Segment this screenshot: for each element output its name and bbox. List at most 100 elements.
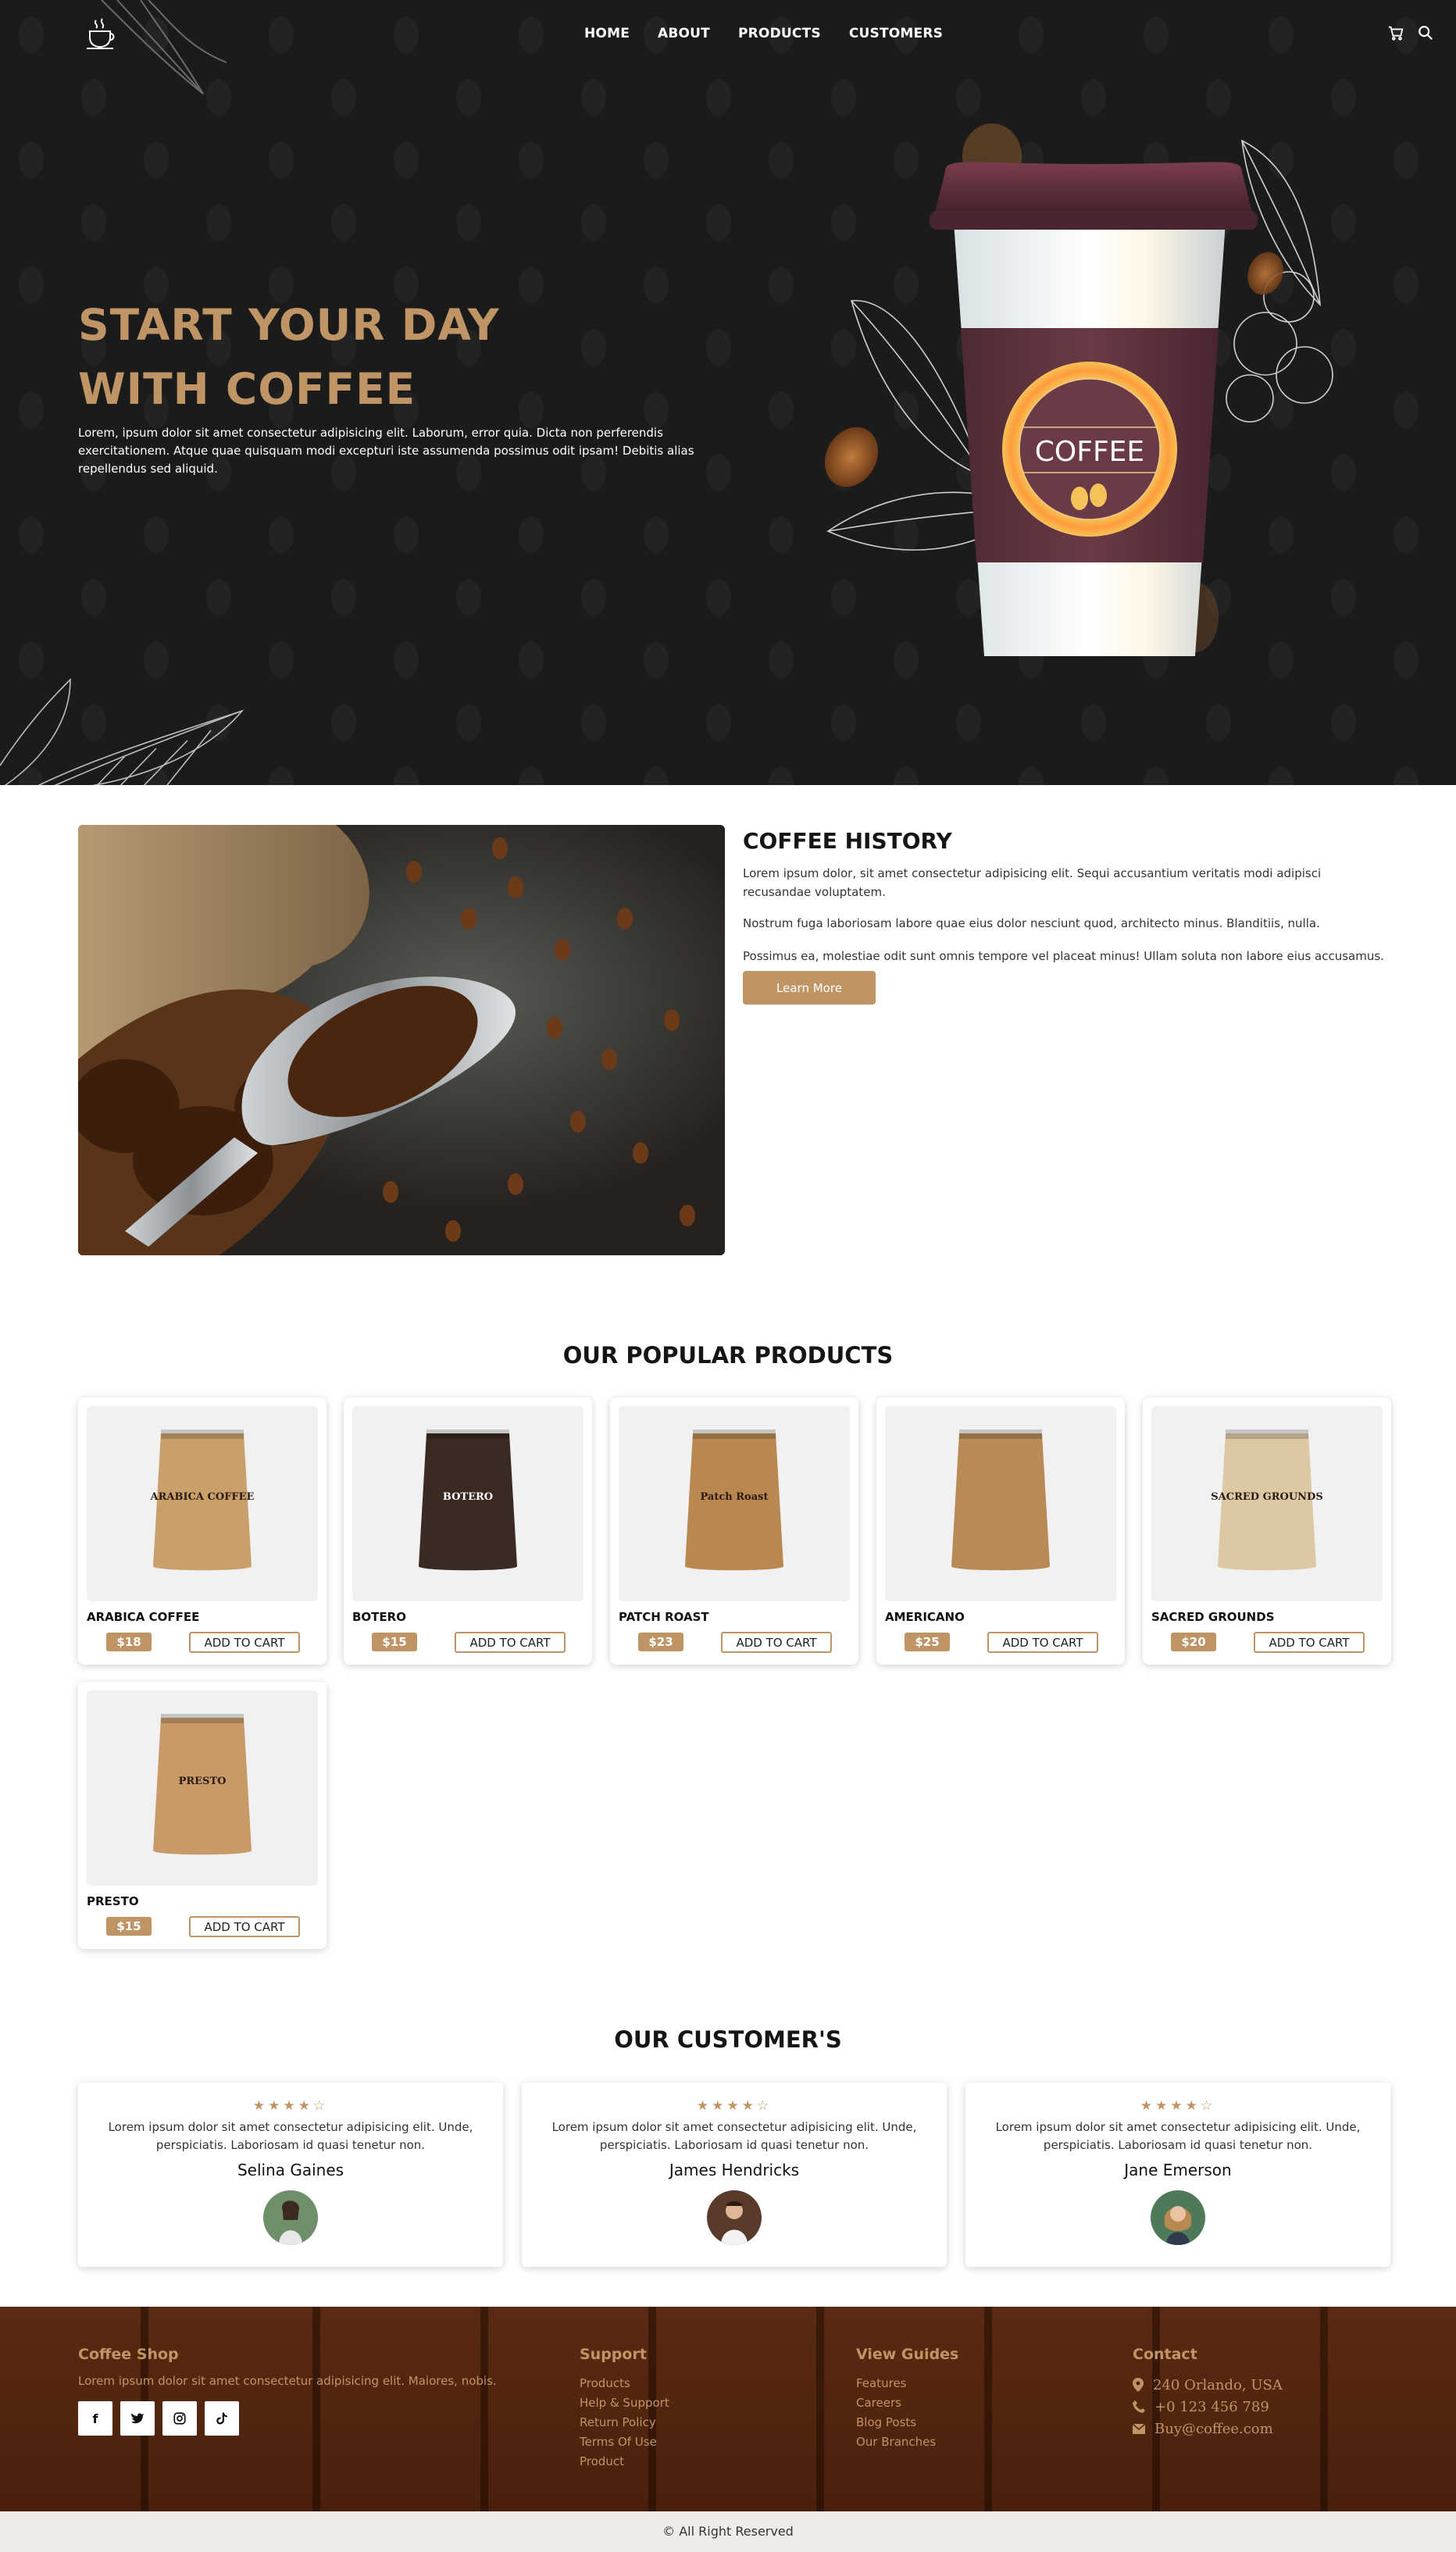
contact-phone-text: +0 123 456 789 — [1154, 2398, 1269, 2415]
coffee-bag-seal — [161, 1714, 244, 1723]
history-title: COFFEE HISTORY — [743, 828, 952, 854]
reviewer-name: James Hendricks — [669, 2161, 800, 2179]
nav-about[interactable]: ABOUT — [658, 26, 710, 41]
social-links: f — [78, 2401, 239, 2436]
footer: Coffee Shop Lorem ipsum dolor sit amet c… — [0, 2307, 1456, 2511]
footer-brand-title: Coffee Shop — [78, 2346, 179, 2363]
history-paragraph-3: Possimus ea, molestiae odit sunt omnis t… — [743, 949, 1384, 963]
wood-plank-divider — [312, 2307, 320, 2511]
twitter-icon[interactable] — [120, 2401, 155, 2436]
coffee-bag-shape — [951, 1433, 1050, 1571]
footer-link-careers[interactable]: Careers — [856, 2393, 936, 2413]
product-price: $25 — [905, 1633, 950, 1651]
add-to-cart-button[interactable]: ADD TO CART — [721, 1632, 832, 1653]
product-price: $23 — [638, 1633, 683, 1651]
phone-icon — [1133, 2400, 1145, 2413]
contact-email[interactable]: Buy@coffee.com — [1133, 2418, 1283, 2440]
review-card: ★★★★☆ Lorem ipsum dolor sit amet consect… — [522, 2083, 947, 2267]
product-card: BOTERO BOTERO $15 ADD TO CART — [344, 1397, 592, 1665]
product-card: Patch Roast PATCH ROAST $23 ADD TO CART — [610, 1397, 858, 1665]
coffee-bag-image: ARABICA COFFEE — [150, 1429, 255, 1571]
main-nav: HOME ABOUT PRODUCTS CUSTOMERS — [0, 0, 1456, 70]
coffee-bag-label: PRESTO — [179, 1776, 227, 1787]
product-price: $20 — [1171, 1633, 1216, 1651]
coffee-bag-seal — [426, 1429, 509, 1439]
search-icon[interactable] — [1417, 24, 1434, 41]
footer-link-terms-of-use[interactable]: Terms Of Use — [580, 2432, 669, 2452]
nav-products[interactable]: PRODUCTS — [738, 26, 821, 41]
contact-address: 240 Orlando, USA — [1133, 2374, 1283, 2396]
add-to-cart-button[interactable]: ADD TO CART — [987, 1632, 1098, 1653]
coffee-bag-image: BOTERO — [419, 1429, 517, 1571]
rating-stars: ★★★★☆ — [696, 2098, 773, 2114]
product-name: AMERICANO — [885, 1610, 965, 1624]
coffee-cup-logo-icon[interactable] — [82, 14, 121, 53]
product-card: PRESTO PRESTO $15 ADD TO CART — [78, 1682, 327, 1949]
footer-link-features[interactable]: Features — [856, 2374, 936, 2393]
avatar — [1151, 2190, 1205, 2245]
coffee-bag-seal — [161, 1429, 244, 1439]
product-name: PRESTO — [87, 1894, 139, 1908]
product-image — [885, 1406, 1116, 1601]
avatar — [707, 2190, 762, 2245]
coffee-bag-seal — [1226, 1429, 1308, 1439]
add-to-cart-button[interactable]: ADD TO CART — [1254, 1632, 1365, 1653]
customers-title: OUR CUSTOMER'S — [614, 2026, 842, 2053]
contact-email-text[interactable]: Buy@coffee.com — [1154, 2421, 1273, 2437]
add-to-cart-button[interactable]: ADD TO CART — [189, 1916, 300, 1937]
nav-icons — [1387, 24, 1434, 41]
review-text: Lorem ipsum dolor sit amet consectetur a… — [551, 2120, 917, 2152]
footer-guides-title: View Guides — [856, 2346, 959, 2363]
cup-label: COFFEE — [1035, 436, 1144, 468]
cart-icon[interactable] — [1387, 24, 1404, 41]
coffee-bag-image — [951, 1429, 1050, 1571]
footer-support-title: Support — [580, 2346, 647, 2363]
hero-description: Lorem, ipsum dolor sit amet consectetur … — [78, 426, 694, 476]
leaf-decoration-bottom-left — [0, 678, 244, 785]
footer-link-return-policy[interactable]: Return Policy — [580, 2413, 669, 2432]
footer-guides-list: Features Careers Blog Posts Our Branches — [856, 2374, 936, 2452]
product-image: BOTERO — [352, 1406, 583, 1601]
avatar — [263, 2190, 318, 2245]
contact-address-text: 240 Orlando, USA — [1153, 2376, 1283, 2393]
coffee-beans-sack-image — [78, 825, 725, 1255]
footer-link-blog-posts[interactable]: Blog Posts — [856, 2413, 936, 2432]
hero-title-line2: WITH COFFEE — [78, 364, 416, 414]
learn-more-button[interactable]: Learn More — [743, 971, 876, 1005]
wood-plank-divider — [984, 2307, 992, 2511]
copyright-bar: © All Right Reserved — [0, 2511, 1456, 2552]
footer-contact-info: 240 Orlando, USA +0 123 456 789 Buy@coff… — [1133, 2374, 1283, 2440]
review-text: Lorem ipsum dolor sit amet consectetur a… — [995, 2120, 1361, 2152]
review-text: Lorem ipsum dolor sit amet consectetur a… — [108, 2120, 473, 2152]
coffee-bag-seal — [959, 1429, 1042, 1439]
footer-link-products[interactable]: Products — [580, 2374, 669, 2393]
instagram-icon[interactable] — [162, 2401, 197, 2436]
nav-customers[interactable]: CUSTOMERS — [849, 26, 943, 41]
product-card: ARABICA COFFEE ARABICA COFFEE $18 ADD TO CA… — [78, 1397, 327, 1665]
coffee-bag-seal — [693, 1429, 776, 1439]
history-paragraph-1: Lorem ipsum dolor, sit amet consectetur … — [743, 866, 1322, 899]
product-image: ARABICA COFFEE — [87, 1406, 318, 1601]
nav-links: HOME ABOUT PRODUCTS CUSTOMERS — [584, 26, 971, 41]
product-image: PRESTO — [87, 1690, 318, 1886]
add-to-cart-button[interactable]: ADD TO CART — [189, 1632, 300, 1653]
facebook-icon[interactable]: f — [78, 2401, 112, 2436]
footer-link-help-support[interactable]: Help & Support — [580, 2393, 669, 2413]
add-to-cart-button[interactable]: ADD TO CART — [455, 1632, 566, 1653]
reviewer-name: Selina Gaines — [237, 2161, 344, 2179]
wood-plank-divider — [1320, 2307, 1328, 2511]
nav-home[interactable]: HOME — [584, 26, 630, 41]
product-image: Patch Roast — [619, 1406, 850, 1601]
coffee-bag-image: PRESTO — [153, 1714, 252, 1855]
footer-support-list: Products Help & Support Return Policy Te… — [580, 2374, 669, 2472]
review-card: ★★★★☆ Lorem ipsum dolor sit amet consect… — [965, 2083, 1390, 2267]
footer-link-product[interactable]: Product — [580, 2452, 669, 2472]
rating-stars: ★★★★☆ — [252, 2098, 329, 2114]
footer-link-our-branches[interactable]: Our Branches — [856, 2432, 936, 2452]
product-card: SACRED GROUNDS SACRED GROUNDS $20 ADD TO CA… — [1143, 1397, 1391, 1665]
history-paragraph-2: Nostrum fuga laboriosam labore quae eius… — [743, 916, 1320, 930]
tiktok-icon[interactable] — [205, 2401, 239, 2436]
product-image: SACRED GROUNDS — [1151, 1406, 1383, 1601]
location-pin-icon — [1133, 2378, 1144, 2392]
product-price: $15 — [372, 1633, 417, 1651]
